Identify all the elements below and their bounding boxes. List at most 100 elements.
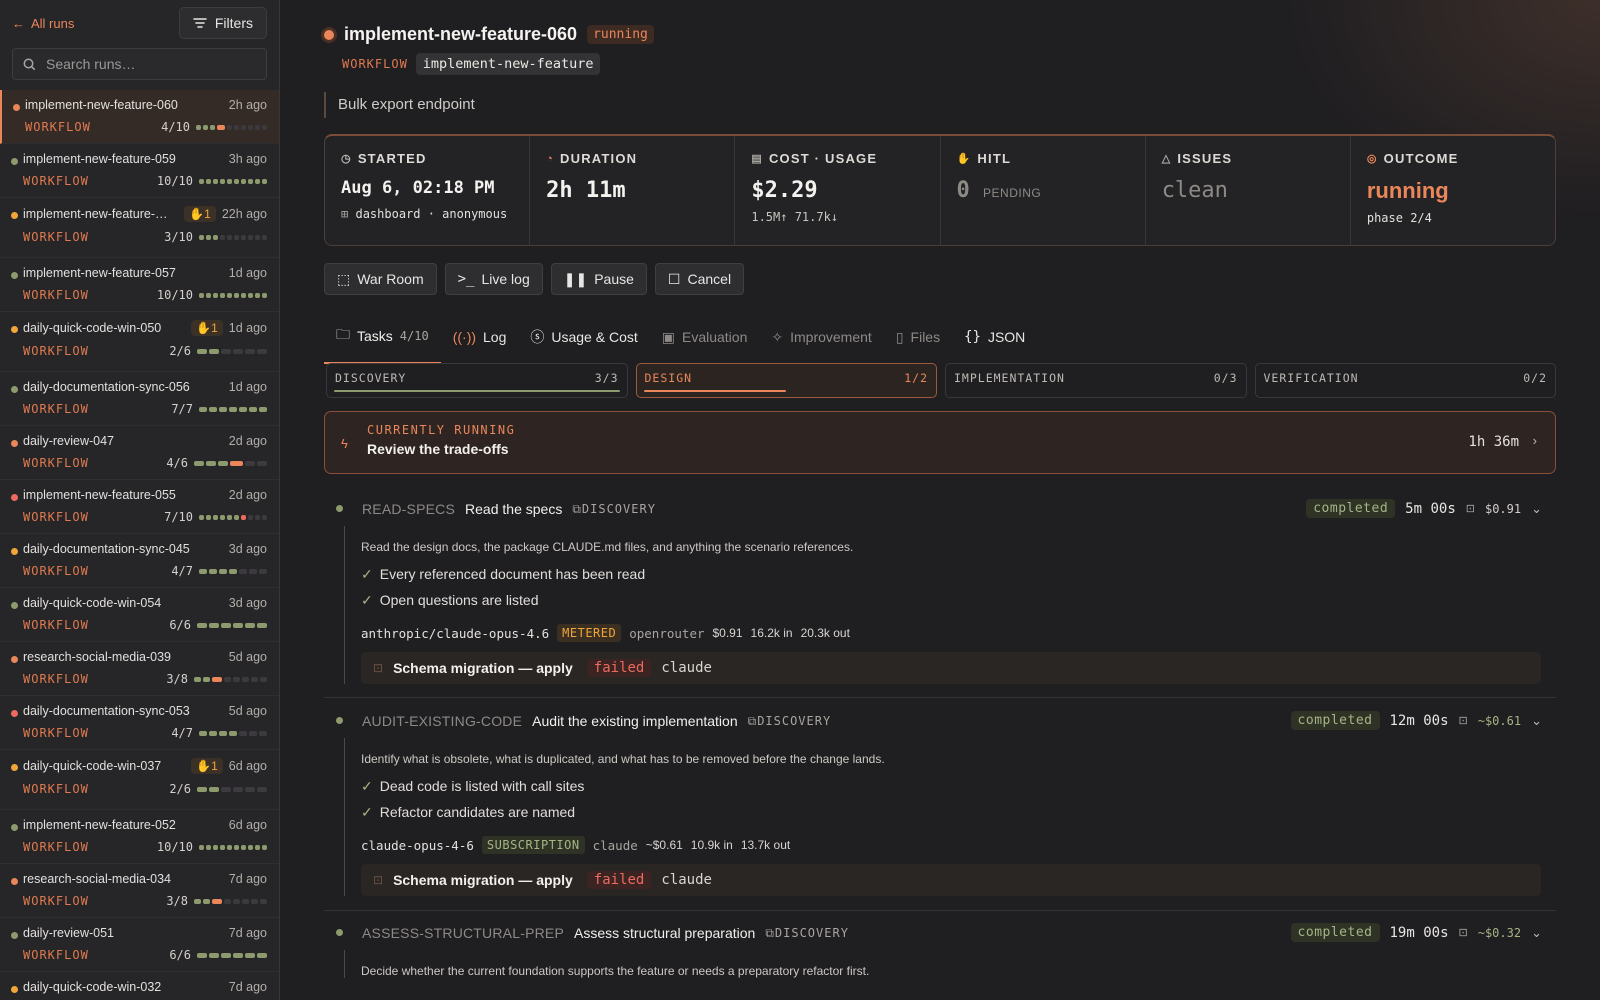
run-item[interactable]: implement-new-feature-052 6d ago WORKFLOW 1…	[0, 810, 279, 864]
phase-count: 3/3	[594, 371, 619, 385]
hitl-request[interactable]: ⊡ Schema migration — apply failed claude	[361, 864, 1541, 896]
progress-segment	[209, 786, 219, 792]
workflow-name[interactable]: implement-new-feature	[415, 53, 601, 75]
stat-cost: ▤ COST · USAGE $2.29 1.5M↑ 71.7k↓	[735, 136, 941, 245]
run-progress-count: 3/8	[166, 894, 188, 908]
run-item[interactable]: daily-documentation-sync-045 3d ago WORKFL…	[0, 534, 279, 588]
progress-segment	[262, 514, 267, 520]
tab-evaluation[interactable]: ▣ Evaluation	[650, 314, 760, 364]
phase-verification[interactable]: VERIFICATION 0/2	[1254, 363, 1556, 398]
run-age: 6d ago	[228, 759, 267, 773]
stat-value: $2.29	[751, 178, 818, 203]
phase-name: DISCOVERY	[335, 371, 407, 385]
progress-segment	[227, 178, 232, 184]
stat-value: running	[1366, 178, 1449, 203]
cancel-button[interactable]: ☐ Cancel	[654, 263, 745, 295]
run-item[interactable]: daily-quick-code-win-050 ✋1 1d ago WORKFLOW…	[0, 312, 279, 372]
phase-design[interactable]: DESIGN 1/2	[635, 363, 937, 398]
check-icon: ✓	[361, 778, 373, 794]
clipboard-icon: ▣	[661, 328, 675, 345]
tab-files[interactable]: ▯ Files	[884, 314, 952, 364]
run-item[interactable]: implement-new-feature-055 2d ago WORKFLOW 7…	[0, 480, 279, 534]
task-header[interactable]: ASSESS-STRUCTURAL-PREP Assess structural…	[324, 916, 1556, 950]
war-room-button[interactable]: ⬚ War Room	[324, 263, 437, 295]
robot-icon: ⊡	[1465, 503, 1475, 515]
run-item[interactable]: implement-new-feature-060 2h ago WORKFLOW 4…	[0, 90, 279, 144]
chevron-down-icon[interactable]: ⌄	[1531, 925, 1542, 941]
progress-segment	[257, 460, 267, 466]
task-header[interactable]: READ-SPECS Read the specs ⧉DISCOVERY com…	[324, 492, 1556, 526]
phase-discovery[interactable]: DISCOVERY 3/3	[326, 363, 628, 398]
progress-segment	[213, 844, 218, 850]
run-progress-bar	[199, 844, 267, 850]
pause-button[interactable]: ❚❚ Pause	[550, 263, 647, 295]
run-progress-bar	[199, 514, 267, 520]
phase-implementation[interactable]: IMPLEMENTATION 0/3	[945, 363, 1247, 398]
hitl-badge: ✋1	[191, 758, 223, 774]
run-progress-bar	[197, 622, 267, 628]
run-progress-bar	[197, 952, 267, 958]
task-phase: DISCOVERY	[757, 713, 832, 728]
provider: openrouter	[629, 625, 705, 641]
chevron-down-icon[interactable]: ⌄	[1531, 713, 1542, 729]
run-item[interactable]: daily-quick-code-win-054 3d ago WORKFLOW 6/…	[0, 588, 279, 642]
run-header: implement-new-feature-060 running	[324, 24, 654, 45]
run-name: daily-quick-code-win-032	[23, 980, 162, 994]
run-item[interactable]: implement-new-feature-057 1d ago WORKFLOW 1…	[0, 258, 279, 312]
task-header[interactable]: AUDIT-EXISTING-CODE Audit the existing i…	[324, 704, 1556, 738]
run-status-dot	[11, 986, 18, 993]
hitl-actor: claude	[661, 660, 712, 676]
run-item[interactable]: research-social-media-039 5d ago WORKFLOW 3…	[0, 642, 279, 696]
lock-icon: ⊡	[373, 873, 384, 887]
status-badge: running	[587, 25, 654, 44]
tab-json[interactable]: {} JSON	[952, 314, 1037, 364]
run-name: daily-quick-code-win-054	[23, 596, 162, 610]
run-item[interactable]: research-social-media-034 7d ago WORKFLOW 3…	[0, 864, 279, 918]
broadcast-icon: ((·))	[452, 329, 477, 345]
run-name: daily-documentation-sync-053	[23, 704, 190, 718]
tab-tasks[interactable]: 🗀 Tasks 4/10	[324, 314, 441, 364]
all-runs-link[interactable]: ← All runs	[12, 16, 74, 31]
progress-segment	[197, 786, 207, 792]
tab-usage[interactable]: ⓢ Usage & Cost	[518, 314, 649, 364]
run-age: 3d ago	[228, 542, 267, 556]
run-item[interactable]: daily-quick-code-win-037 ✋1 6d ago WORKFLOW…	[0, 750, 279, 810]
run-item[interactable]: daily-quick-code-win-032 7d ago	[0, 972, 279, 1000]
run-item[interactable]: daily-documentation-sync-056 1d ago WORKFL…	[0, 372, 279, 426]
running-task-title: Review the trade-offs	[367, 441, 509, 457]
run-progress-bar	[199, 292, 267, 298]
pause-icon: ❚❚	[563, 270, 588, 287]
pause-label: Pause	[594, 271, 634, 287]
chevron-down-icon[interactable]: ⌄	[1531, 501, 1542, 517]
run-item[interactable]: implement-new-feature-… ✋1 22h ago WORKFLOW…	[0, 198, 279, 258]
currently-running-card[interactable]: ϟ CURRENTLY RUNNING Review the trade-off…	[324, 411, 1556, 474]
task-status-dot	[336, 505, 343, 512]
live-log-button[interactable]: >_ Live log	[444, 263, 543, 295]
progress-segment	[233, 898, 240, 904]
stat-label: COST · USAGE	[768, 151, 878, 166]
hitl-request[interactable]: ⊡ Schema migration — apply failed claude	[361, 652, 1541, 684]
run-progress-count: 4/7	[171, 564, 193, 578]
search-input[interactable]: Search runs…	[12, 48, 267, 80]
progress-segment	[229, 568, 237, 574]
layers-icon: ⧉	[572, 501, 582, 516]
progress-segment	[242, 898, 249, 904]
check-icon: ✓	[361, 566, 373, 582]
run-age: 7d ago	[228, 872, 267, 886]
model-meta: anthropic/claude-opus-4.6 METERED openro…	[361, 624, 1540, 642]
run-item[interactable]: daily-review-047 2d ago WORKFLOW 4/6	[0, 426, 279, 480]
progress-segment	[234, 844, 239, 850]
tab-improvement[interactable]: ✧ Improvement	[759, 314, 883, 364]
run-age: 5d ago	[228, 650, 267, 664]
task-name: Read the specs	[465, 501, 563, 517]
progress-segment	[197, 622, 207, 628]
progress-segment	[206, 292, 211, 298]
filters-button[interactable]: Filters	[178, 7, 267, 39]
run-item[interactable]: daily-review-051 7d ago WORKFLOW 6/6	[0, 918, 279, 972]
tab-log[interactable]: ((·)) Log	[441, 314, 519, 364]
progress-segment	[241, 844, 246, 850]
run-item[interactable]: implement-new-feature-059 3h ago WORKFLOW 1…	[0, 144, 279, 198]
run-progress-count: 3/8	[166, 672, 188, 686]
run-item[interactable]: daily-documentation-sync-053 5d ago WORKFL…	[0, 696, 279, 750]
progress-segment	[203, 898, 210, 904]
